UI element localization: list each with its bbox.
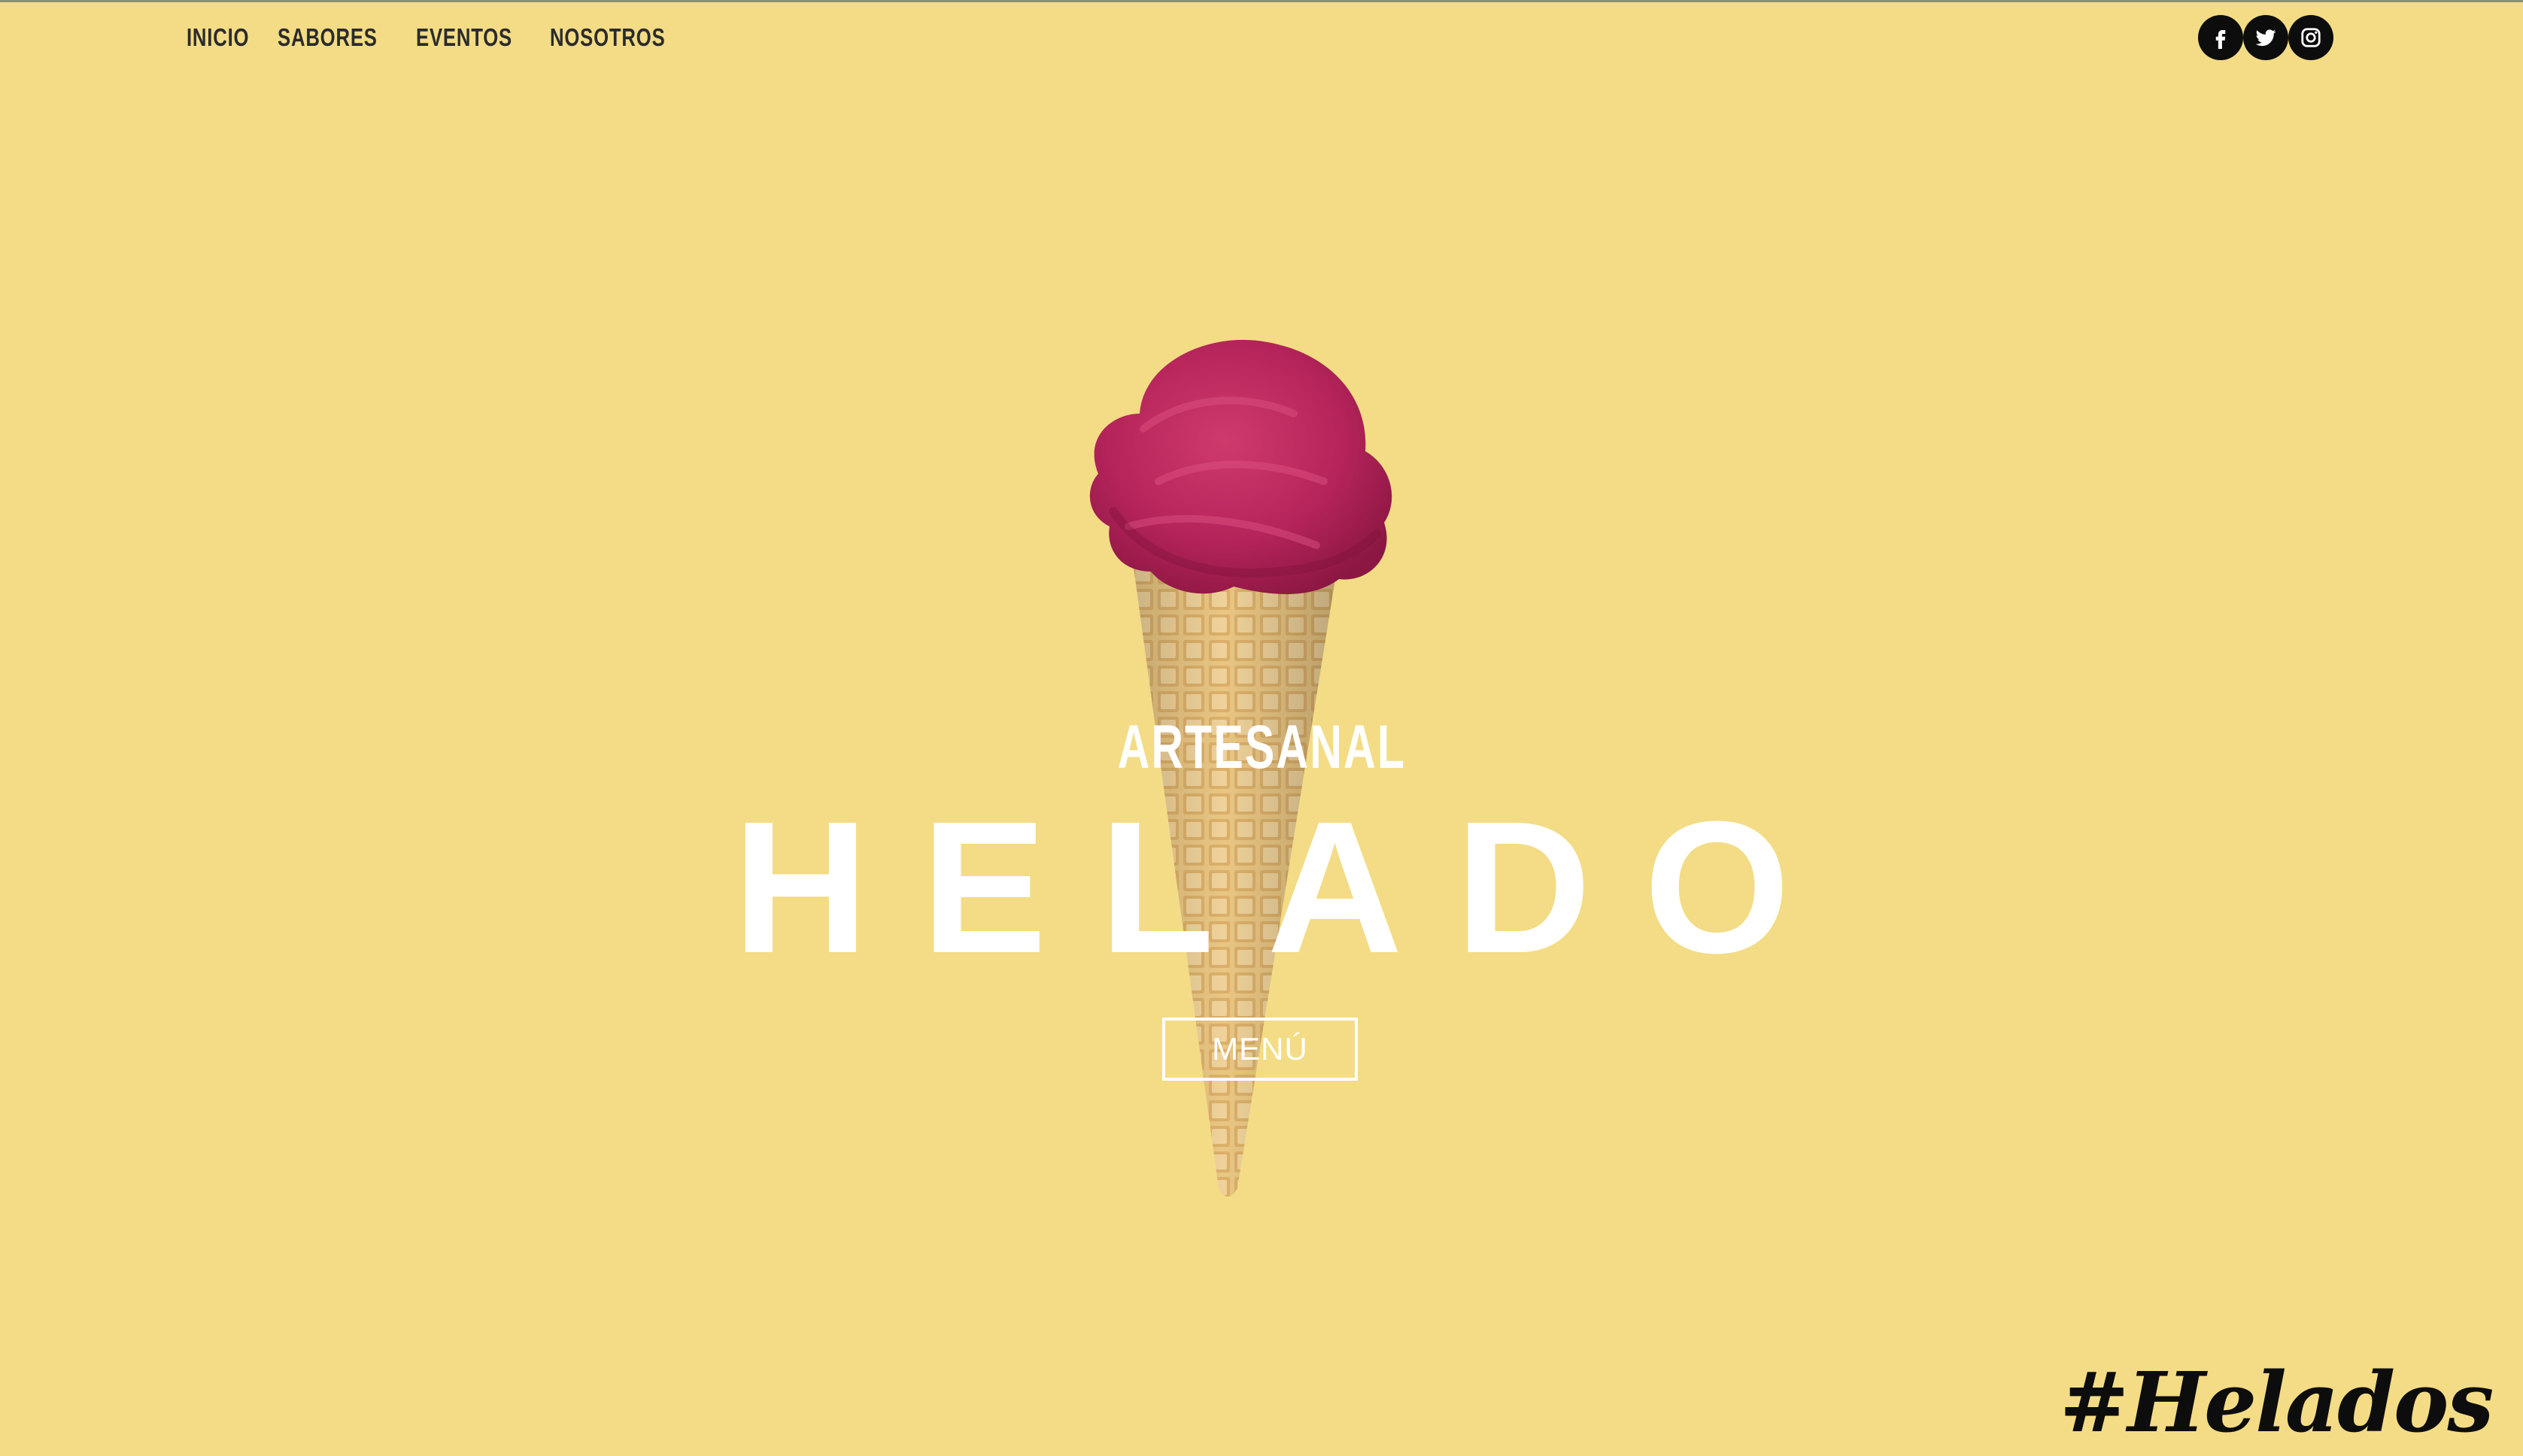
- hashtag-text: #Helados: [2060, 1354, 2494, 1451]
- social-links: [2198, 15, 2333, 60]
- twitter-icon: [2255, 29, 2276, 47]
- nav-item-sabores[interactable]: SABORES: [278, 18, 378, 57]
- instagram-link[interactable]: [2288, 15, 2333, 60]
- menu-button[interactable]: MENÚ: [1162, 1018, 1358, 1081]
- nav-item-nosotros[interactable]: NOSOTROS: [550, 18, 666, 57]
- hero-title: HELADO: [733, 782, 1843, 992]
- main-nav: INICIO SABORES EVENTOS NOSOTROS: [187, 18, 679, 57]
- hero-subtitle-text: ARTESANAL: [1117, 713, 1406, 781]
- top-border: [0, 0, 2523, 2]
- hero-subtitle: ARTESANAL: [0, 711, 2523, 784]
- nav-item-eventos[interactable]: EVENTOS: [416, 18, 512, 57]
- nav-item-inicio[interactable]: INICIO: [187, 18, 249, 57]
- facebook-link[interactable]: [2198, 15, 2243, 60]
- twitter-link[interactable]: [2243, 15, 2288, 60]
- facebook-icon: [2215, 30, 2226, 49]
- instagram-icon: [2301, 28, 2321, 47]
